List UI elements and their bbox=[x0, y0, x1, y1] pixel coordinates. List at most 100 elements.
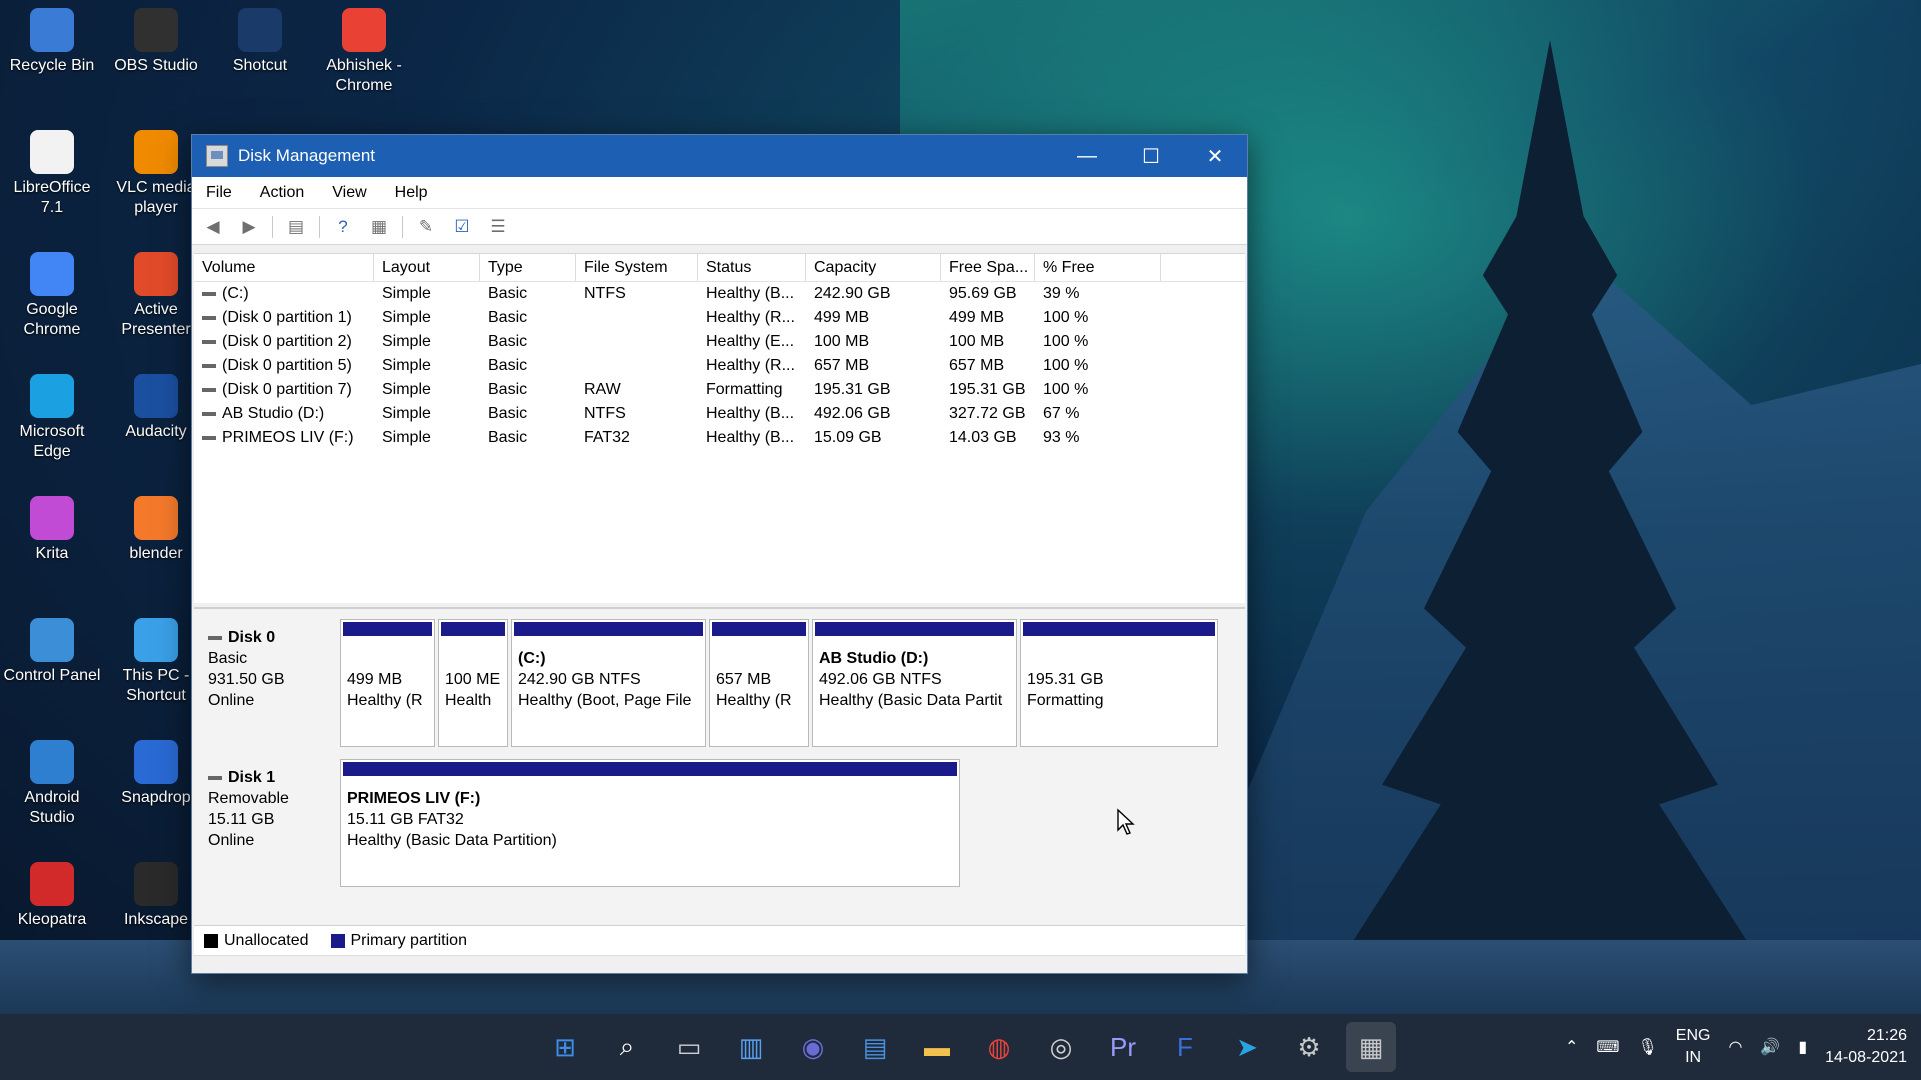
disk-management-window: Disk Management — ☐ ✕ File Action View H… bbox=[191, 134, 1248, 974]
disk-state: Online bbox=[208, 832, 255, 849]
menu-file[interactable]: File bbox=[206, 184, 232, 202]
partition-size: 195.31 GB bbox=[1027, 671, 1104, 688]
properties-icon[interactable]: ▦ bbox=[366, 214, 392, 240]
partition-block[interactable]: 195.31 GB Formatting bbox=[1020, 619, 1218, 747]
help-icon[interactable]: ? bbox=[330, 214, 356, 240]
search-icon[interactable]: ⌕ bbox=[602, 1022, 652, 1072]
telegram-icon[interactable]: ➤ bbox=[1222, 1022, 1272, 1072]
chat-icon[interactable]: ◉ bbox=[788, 1022, 838, 1072]
partition-type-bar bbox=[439, 620, 507, 638]
column-free-space[interactable]: Free Spa... bbox=[941, 254, 1035, 281]
obs-icon[interactable]: ◎ bbox=[1036, 1022, 1086, 1072]
desktop-icon-kleopatra[interactable]: Kleopatra bbox=[2, 862, 102, 930]
table-row[interactable]: PRIMEOS LIV (F:) Simple Basic FAT32 Healthy … bbox=[194, 426, 1245, 450]
taskbar-apps: ⊞ ⌕ ▭ ▥ ◉ ▤ ▬ ◍ ◎ Pr F ➤ ⚙ ▦ bbox=[540, 1022, 1396, 1072]
minimize-button[interactable]: — bbox=[1055, 135, 1119, 177]
disk-0-label[interactable]: Disk 0 Basic 931.50 GB Online bbox=[198, 617, 338, 721]
partition-block[interactable]: 100 ME Health bbox=[438, 619, 508, 747]
file-explorer-icon[interactable]: ▬ bbox=[912, 1022, 962, 1072]
cell-free: 195.31 GB bbox=[949, 381, 1026, 398]
table-row[interactable]: (Disk 0 partition 2) Simple Basic Healthy (… bbox=[194, 330, 1245, 354]
desktop-icon-control-panel[interactable]: Control Panel bbox=[2, 618, 102, 686]
audacity-icon bbox=[134, 374, 178, 418]
desktop-icon-microsoft-edge[interactable]: Microsoft Edge bbox=[2, 374, 102, 462]
chevron-up-icon[interactable]: ⌃ bbox=[1565, 1037, 1578, 1057]
menu-view[interactable]: View bbox=[332, 184, 366, 202]
keyboard-icon[interactable]: ⌨ bbox=[1596, 1037, 1619, 1057]
volume-icon[interactable]: 🔊 bbox=[1760, 1037, 1780, 1057]
premiere-icon[interactable]: Pr bbox=[1098, 1022, 1148, 1072]
back-arrow-icon[interactable]: ◀ bbox=[200, 214, 226, 240]
column-volume[interactable]: Volume bbox=[194, 254, 374, 281]
cell-type: Basic bbox=[488, 381, 528, 398]
language-indicator[interactable]: ENG IN bbox=[1676, 1025, 1711, 1069]
partition-size: 15.11 GB FAT32 bbox=[347, 811, 464, 828]
title-bar[interactable]: Disk Management — ☐ ✕ bbox=[192, 135, 1247, 177]
partition-type-bar bbox=[341, 760, 959, 778]
cell-type: Basic bbox=[488, 285, 528, 302]
clock[interactable]: 21:26 14-08-2021 bbox=[1825, 1025, 1907, 1069]
kleopatra-icon bbox=[30, 862, 74, 906]
settings-icon[interactable]: ⚙ bbox=[1284, 1022, 1334, 1072]
table-row[interactable]: (Disk 0 partition 7) Simple Basic RAW Format… bbox=[194, 378, 1245, 402]
window-title: Disk Management bbox=[238, 146, 376, 165]
task-view-icon[interactable]: ▭ bbox=[664, 1022, 714, 1072]
partition-name: (C:) bbox=[518, 650, 546, 667]
partition-block[interactable]: AB Studio (D:) 492.06 GB NTFS Healthy (Bas… bbox=[812, 619, 1017, 747]
connect-icon[interactable]: ✎ bbox=[413, 214, 439, 240]
cell-layout: Simple bbox=[382, 381, 431, 398]
table-row[interactable]: AB Studio (D:) Simple Basic NTFS Healthy (B.… bbox=[194, 402, 1245, 426]
desktop-icon-obs-studio[interactable]: OBS Studio bbox=[106, 8, 206, 76]
partition-block[interactable]: (C:) 242.90 GB NTFS Healthy (Boot, Page Fi… bbox=[511, 619, 706, 747]
partition-block[interactable]: PRIMEOS LIV (F:) 15.11 GB FAT32 Healthy (B… bbox=[340, 759, 960, 887]
table-row[interactable]: (C:) Simple Basic NTFS Healthy (B... 242.90 G… bbox=[194, 282, 1245, 306]
cell-status: Healthy (B... bbox=[706, 429, 795, 446]
menu-action[interactable]: Action bbox=[260, 184, 304, 202]
column-layout[interactable]: Layout bbox=[374, 254, 480, 281]
column-type[interactable]: Type bbox=[480, 254, 576, 281]
toolbar-separator bbox=[319, 215, 320, 238]
partition-block[interactable]: 499 MB Healthy (R bbox=[340, 619, 435, 747]
column-file-system[interactable]: File System bbox=[576, 254, 698, 281]
close-button[interactable]: ✕ bbox=[1183, 135, 1247, 177]
disk-1-label[interactable]: Disk 1 Removable 15.11 GB Online bbox=[198, 757, 338, 861]
desktop-icon-abhishek-chrome[interactable]: Abhishek - Chrome bbox=[314, 8, 414, 96]
cell-pct: 67 % bbox=[1043, 405, 1080, 422]
disk-kind: Removable bbox=[208, 790, 289, 807]
widgets-icon[interactable]: ▥ bbox=[726, 1022, 776, 1072]
desktop-icon-libreoffice-7-1[interactable]: LibreOffice 7.1 bbox=[2, 130, 102, 218]
partition-block[interactable]: 657 MB Healthy (R bbox=[709, 619, 809, 747]
check-icon[interactable]: ☑ bbox=[449, 214, 475, 240]
console-tree-icon[interactable]: ▤ bbox=[283, 214, 309, 240]
column-capacity[interactable]: Capacity bbox=[806, 254, 941, 281]
notepad-icon[interactable]: ▤ bbox=[850, 1022, 900, 1072]
desktop-icon-krita[interactable]: Krita bbox=[2, 496, 102, 564]
windows-start-icon[interactable]: ⊞ bbox=[540, 1022, 590, 1072]
desktop-icon-label: Kleopatra bbox=[17, 911, 87, 928]
cell-fs: NTFS bbox=[584, 285, 626, 302]
blender-icon bbox=[134, 496, 178, 540]
battery-icon[interactable]: ▮ bbox=[1798, 1037, 1807, 1057]
desktop-icon-google-chrome[interactable]: Google Chrome bbox=[2, 252, 102, 340]
table-row[interactable]: (Disk 0 partition 1) Simple Basic Healthy (… bbox=[194, 306, 1245, 330]
cell-volume: (Disk 0 partition 2) bbox=[194, 330, 374, 354]
chrome-icon[interactable]: ◍ bbox=[974, 1022, 1024, 1072]
menu-bar: File Action View Help bbox=[192, 177, 1247, 209]
foxit-icon[interactable]: F bbox=[1160, 1022, 1210, 1072]
partition-size: 100 ME bbox=[445, 671, 501, 688]
microphone-icon[interactable]: 🎙 bbox=[1637, 1037, 1657, 1057]
settings-list-icon[interactable]: ☰ bbox=[485, 214, 511, 240]
maximize-button[interactable]: ☐ bbox=[1119, 135, 1183, 177]
disk-management-icon[interactable]: ▦ bbox=[1346, 1022, 1396, 1072]
menu-help[interactable]: Help bbox=[395, 184, 428, 202]
wifi-icon[interactable]: ◠ bbox=[1728, 1037, 1742, 1057]
column-status[interactable]: Status bbox=[698, 254, 806, 281]
table-row[interactable]: (Disk 0 partition 5) Simple Basic Healthy (… bbox=[194, 354, 1245, 378]
desktop-icon-recycle-bin[interactable]: Recycle Bin bbox=[2, 8, 102, 76]
column-percent-free[interactable]: % Free bbox=[1035, 254, 1161, 281]
forward-arrow-icon[interactable]: ▶ bbox=[236, 214, 262, 240]
cell-capacity: 499 MB bbox=[814, 309, 870, 326]
desktop-icon-android-studio[interactable]: Android Studio bbox=[2, 740, 102, 828]
desktop-icon-shotcut[interactable]: Shotcut bbox=[210, 8, 310, 76]
control-panel-icon bbox=[30, 618, 74, 662]
